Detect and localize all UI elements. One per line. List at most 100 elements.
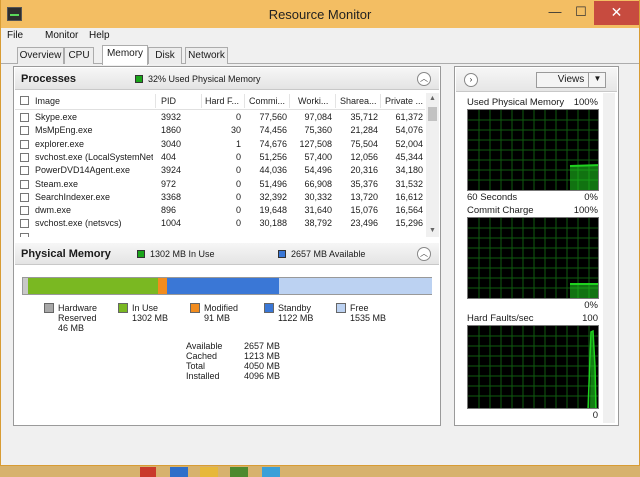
- used-memory-area: [570, 165, 598, 190]
- process-row[interactable]: PowerDVD14Agent.exe 3924 0 44,036 54,496 20,3…: [15, 164, 425, 177]
- stat-value: 2657 MB: [244, 341, 281, 351]
- process-checkbox[interactable]: [20, 179, 29, 189]
- taskbar-app-icon[interactable]: [230, 467, 248, 477]
- graph-hard-faults: [467, 325, 599, 409]
- tab-network[interactable]: Network: [185, 47, 228, 64]
- expand-panel-icon[interactable]: ›: [464, 73, 478, 87]
- process-row[interactable]: svchost.exe (LocalSystemNet... 404 0 51,256…: [15, 151, 425, 164]
- graph-title-used-physical-memory: Used Physical Memory: [467, 97, 565, 108]
- process-checkbox[interactable]: [20, 152, 29, 162]
- process-working-set: 57,400: [304, 151, 332, 162]
- stat-installed: Installed 4096 MB: [186, 371, 286, 381]
- process-image: MsMpEng.exe: [35, 125, 93, 136]
- process-private: 54,076: [395, 125, 423, 136]
- process-shareable: 35,376: [350, 178, 378, 189]
- process-private: 16,612: [395, 191, 423, 202]
- taskbar-app-icon[interactable]: [140, 467, 156, 477]
- menu-monitor[interactable]: Monitor: [45, 30, 78, 41]
- process-checkbox[interactable]: [20, 113, 29, 122]
- minimize-button[interactable]: —: [542, 1, 568, 25]
- process-checkbox[interactable]: [20, 126, 29, 136]
- physical-memory-header[interactable]: Physical Memory 1302 MB In Use 2657 MB A…: [15, 243, 439, 265]
- process-checkbox[interactable]: [20, 232, 29, 237]
- process-commit: 77,560: [259, 112, 287, 122]
- memory-bar-segment-modified: [158, 278, 167, 294]
- graph-title-hard-faults: Hard Faults/sec: [467, 313, 534, 324]
- process-commit: 32,392: [259, 191, 287, 202]
- process-private: 61,372: [395, 112, 423, 122]
- column-divider[interactable]: [201, 94, 202, 108]
- process-row[interactable]: dwm.exe 896 0 19,648 31,640 15,076 16,564: [15, 204, 425, 217]
- column-divider[interactable]: [380, 94, 381, 108]
- graphs-scrollbar[interactable]: [603, 93, 615, 423]
- menu-file[interactable]: File: [7, 30, 23, 41]
- process-pid: 972: [161, 178, 177, 189]
- taskbar-app-icon[interactable]: [170, 467, 188, 477]
- legend-value: 46 MB: [58, 323, 85, 333]
- graph-canvas: [468, 218, 598, 298]
- graph-min-label: 0: [592, 410, 598, 421]
- scroll-up-icon[interactable]: ▲: [426, 93, 439, 105]
- menu-help[interactable]: Help: [89, 30, 110, 41]
- process-row[interactable]: explorer.exe 3040 1 74,676 127,508 75,504 52,0…: [15, 138, 425, 151]
- stat-label: Installed: [186, 371, 220, 381]
- process-checkbox[interactable]: [20, 206, 29, 216]
- column-image[interactable]: Image: [35, 96, 135, 106]
- process-row[interactable]: Skype.exe 3932 0 77,560 97,084 35,712 61,372: [15, 111, 425, 124]
- collapse-physical-memory-icon[interactable]: ︿: [417, 247, 431, 261]
- column-divider[interactable]: [335, 94, 336, 108]
- process-row[interactable]: svchost.exe (netsvcs) 1004 0 30,188 38,792 23…: [15, 217, 425, 230]
- scrollbar-thumb[interactable]: [428, 107, 437, 121]
- process-row[interactable]: ...: [15, 231, 425, 237]
- column-divider[interactable]: [289, 94, 290, 108]
- process-checkbox[interactable]: [20, 192, 29, 202]
- title-bar[interactable]: Resource Monitor — ☐ ✕: [1, 0, 639, 28]
- process-private: 16,564: [395, 205, 423, 216]
- tab-disk[interactable]: Disk: [148, 47, 182, 64]
- taskbar-app-icon[interactable]: [200, 467, 218, 477]
- select-all-checkbox[interactable]: [20, 96, 29, 105]
- stat-value: 4050 MB: [244, 361, 281, 371]
- process-working-set: 66,908: [304, 178, 332, 189]
- legend-swatch: [118, 303, 128, 313]
- tab-overview[interactable]: Overview: [17, 47, 64, 64]
- process-commit: 74,456: [259, 125, 287, 136]
- close-button[interactable]: ✕: [594, 1, 639, 25]
- collapse-processes-icon[interactable]: ︿: [417, 72, 431, 86]
- column-pid[interactable]: PID: [161, 96, 201, 106]
- process-commit: 30,188: [259, 218, 287, 229]
- tab-cpu[interactable]: CPU: [64, 47, 94, 64]
- column-shareable[interactable]: Sharea...: [340, 96, 380, 106]
- process-commit: 44,036: [259, 165, 287, 176]
- column-divider[interactable]: [155, 94, 156, 108]
- tab-bar: Overview CPU Memory Disk Network: [1, 44, 639, 65]
- tab-memory[interactable]: Memory: [102, 45, 148, 65]
- memory-usage-bar: [22, 277, 432, 295]
- column-private[interactable]: Private ...: [385, 96, 425, 106]
- column-commit[interactable]: Commi...: [249, 96, 289, 106]
- process-row[interactable]: MsMpEng.exe 1860 30 74,456 75,360 21,284 54,07…: [15, 124, 425, 137]
- column-hard-faults[interactable]: Hard F...: [205, 96, 249, 106]
- process-checkbox[interactable]: [20, 139, 29, 149]
- process-shareable: 35,712: [350, 112, 378, 122]
- graph-grid: [468, 326, 598, 408]
- processes-scrollbar[interactable]: ▲ ▼: [426, 93, 439, 237]
- views-dropdown-icon[interactable]: ▼: [588, 72, 606, 88]
- legend-label: Standby: [278, 303, 312, 313]
- process-checkbox[interactable]: [20, 166, 29, 176]
- processes-header[interactable]: Processes 32% Used Physical Memory ︿: [15, 68, 439, 90]
- stat-label: Available: [186, 341, 223, 351]
- process-hard-faults: 0: [235, 218, 241, 229]
- column-working-set[interactable]: Worki...: [298, 96, 334, 106]
- process-row[interactable]: SearchIndexer.exe 3368 0 32,392 30,332 13,720…: [15, 191, 425, 204]
- process-pid: 3932: [161, 112, 182, 122]
- process-row[interactable]: Steam.exe 972 0 51,496 66,908 35,376 31,532: [15, 178, 425, 191]
- in-use-summary: 1302 MB In Use: [150, 249, 215, 259]
- process-checkbox[interactable]: [20, 219, 29, 229]
- column-divider[interactable]: [244, 94, 245, 108]
- maximize-button[interactable]: ☐: [569, 1, 593, 25]
- scroll-down-icon[interactable]: ▼: [426, 225, 439, 237]
- taskbar-app-icon[interactable]: [262, 467, 280, 477]
- in-use-swatch: [137, 250, 145, 258]
- graph-title-commit-charge: Commit Charge: [467, 205, 534, 216]
